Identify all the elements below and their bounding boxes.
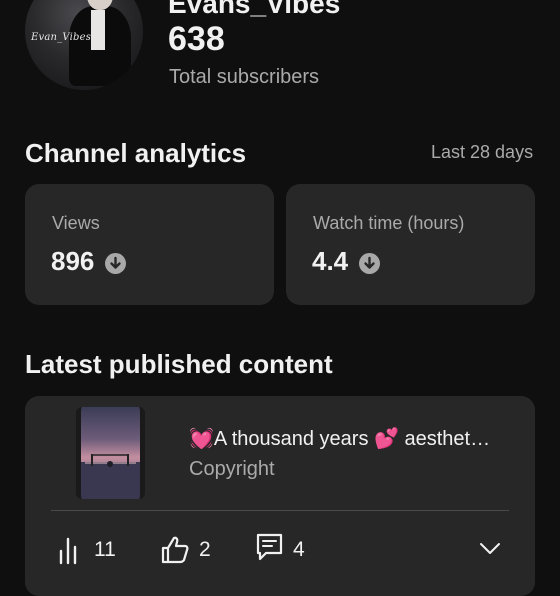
channel-avatar[interactable]: Evan_Vibes: [25, 0, 143, 90]
avatar-figure-shirt: [91, 10, 105, 50]
chevron-down-icon[interactable]: [478, 540, 502, 561]
analytics-range: Last 28 days: [431, 142, 534, 162]
arrow-down-icon: [104, 253, 126, 275]
watch-time-value-row: 4.4: [312, 246, 380, 277]
comments-stat-value: 4: [293, 538, 305, 561]
watch-time-label: Watch time (hours): [313, 213, 465, 233]
video-title[interactable]: 💓A thousand years 💕 aesthet…: [189, 426, 490, 451]
divider: [51, 510, 509, 511]
channel-name: Evans_Vibes: [168, 0, 341, 19]
views-value-row: 896: [51, 246, 126, 277]
views-card[interactable]: Views 896: [25, 184, 274, 305]
views-stat-icon: [58, 535, 84, 570]
watch-time-value: 4.4: [312, 246, 349, 276]
arrow-down-icon: [358, 253, 380, 275]
avatar-signature: Evan_Vibes: [31, 32, 92, 43]
like-icon: [160, 534, 190, 569]
views-label: Views: [52, 213, 100, 233]
views-stat-value: 11: [94, 538, 116, 561]
analytics-title: Channel analytics: [25, 138, 247, 168]
subscriber-label: Total subscribers: [169, 66, 320, 88]
views-value: 896: [51, 246, 95, 276]
subscriber-count: 638: [168, 20, 225, 58]
latest-content-title: Latest published content: [25, 349, 333, 379]
comment-icon: [256, 533, 284, 568]
video-thumbnail[interactable]: [76, 407, 145, 499]
likes-stat-value: 2: [199, 538, 211, 561]
video-copyright-label: Copyright: [189, 458, 275, 480]
watch-time-card[interactable]: Watch time (hours) 4.4: [286, 184, 535, 305]
